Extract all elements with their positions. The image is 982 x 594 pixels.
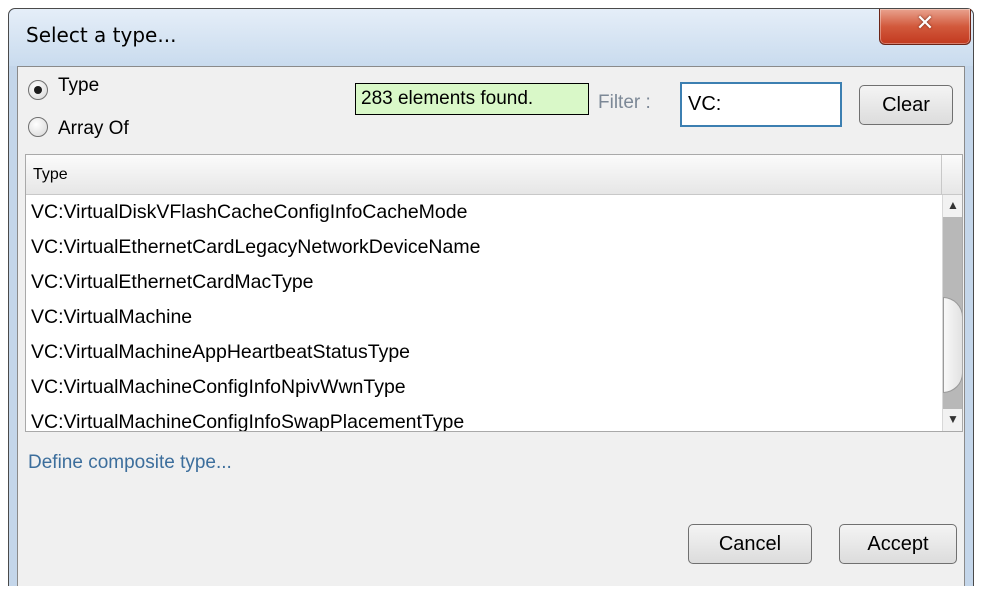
type-radio-label: Type <box>58 75 100 96</box>
cancel-button[interactable]: Cancel <box>688 524 812 564</box>
table-row[interactable]: VC:VirtualEthernetCardMacType <box>26 265 942 300</box>
clear-button[interactable]: Clear <box>859 85 953 125</box>
array-of-option[interactable]: Array Of <box>28 114 129 140</box>
scroll-up-icon[interactable]: ▲ <box>943 195 962 215</box>
type-radio[interactable] <box>28 80 48 100</box>
filter-label: Filter : <box>598 92 651 113</box>
title-bar[interactable]: Select a type... ✕ <box>9 9 973 66</box>
table-row[interactable]: VC:VirtualDiskVFlashCacheConfigInfoCache… <box>26 195 942 230</box>
close-button[interactable]: ✕ <box>879 9 971 45</box>
bottom-edge <box>0 586 982 594</box>
type-table: Type VC:VirtualDiskVFlashCacheConfigInfo… <box>25 154 963 432</box>
column-header-type[interactable]: Type <box>26 155 942 195</box>
table-row[interactable]: VC:VirtualMachine <box>26 300 942 335</box>
close-icon: ✕ <box>915 11 935 36</box>
scroll-thumb[interactable] <box>943 297 962 393</box>
vertical-scrollbar[interactable]: ▲ ▼ <box>942 195 962 431</box>
table-row[interactable]: VC:VirtualMachineAppHeartbeatStatusType <box>26 335 942 370</box>
type-option[interactable]: Type <box>28 75 99 100</box>
filter-input[interactable] <box>680 82 842 127</box>
array-of-radio[interactable] <box>28 117 48 137</box>
table-row[interactable]: VC:VirtualEthernetCardLegacyNetworkDevic… <box>26 230 942 265</box>
dialog-title: Select a type... <box>26 23 177 47</box>
define-composite-type-link[interactable]: Define composite type... <box>28 452 232 474</box>
array-of-radio-label: Array Of <box>58 118 129 139</box>
scroll-track[interactable] <box>943 217 962 409</box>
accept-button[interactable]: Accept <box>839 524 957 564</box>
status-badge: 283 elements found. <box>355 83 589 115</box>
table-row[interactable]: VC:VirtualMachineConfigInfoSwapPlacement… <box>26 405 942 431</box>
table-rows: VC:VirtualDiskVFlashCacheConfigInfoCache… <box>26 195 942 431</box>
dialog-content: Type Array Of 283 elements found. Filter… <box>17 66 965 587</box>
scroll-down-icon[interactable]: ▼ <box>943 409 962 429</box>
table-row[interactable]: VC:VirtualMachineConfigInfoNpivWwnType <box>26 370 942 405</box>
select-type-dialog: Select a type... ✕ Type Array Of 283 ele… <box>8 8 974 592</box>
header-filler <box>942 155 962 195</box>
